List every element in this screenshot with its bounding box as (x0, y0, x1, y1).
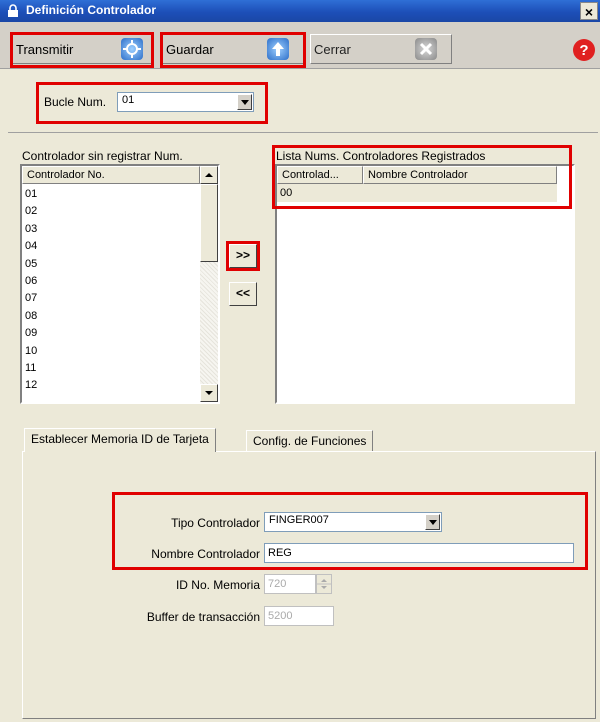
buffer-label: Buffer de transacción (146, 610, 260, 624)
unregistered-scrollbar[interactable] (200, 166, 218, 402)
list-item[interactable]: 03 (22, 221, 37, 237)
transmit-label: Transmitir (16, 42, 74, 57)
window-close-button[interactable]: × (580, 2, 598, 20)
list-item[interactable]: 10 (22, 343, 37, 359)
title-bar: Definición Controlador × (0, 0, 600, 22)
scroll-thumb[interactable] (200, 184, 218, 262)
table-row[interactable]: 00 (277, 184, 557, 202)
loop-label: Bucle Num. (44, 95, 107, 109)
save-button[interactable]: Guardar (162, 34, 304, 64)
list-item[interactable]: 04 (22, 238, 37, 254)
close-x-icon (415, 38, 437, 60)
unregistered-title: Controlador sin registrar Num. (22, 149, 183, 163)
list-item[interactable]: 01 (22, 186, 37, 202)
name-field[interactable]: REG (264, 543, 574, 563)
controller-definition-window: Definición Controlador × Transmitir Guar… (0, 0, 600, 722)
chevron-down-icon[interactable] (425, 514, 440, 530)
close-button[interactable]: Cerrar (310, 34, 452, 64)
lock-icon (7, 4, 21, 18)
loop-value: 01 (122, 94, 135, 106)
unregistered-list[interactable]: Controlador No. 01 02 03 04 05 06 07 08 09 10 11 12 (20, 164, 220, 404)
list-item[interactable]: 02 (22, 203, 37, 219)
tab-functions[interactable]: Config. de Funciones (246, 430, 374, 452)
remove-controller-button[interactable]: << (229, 282, 257, 306)
scroll-up-button[interactable] (200, 166, 218, 184)
list-item[interactable]: 05 (22, 256, 37, 272)
list-item[interactable]: 06 (22, 273, 37, 289)
registered-list[interactable]: Controlad... Nombre Controlador 00 (275, 164, 575, 404)
registered-column-name[interactable]: Nombre Controlador (363, 166, 557, 184)
unregistered-column-header[interactable]: Controlador No. (22, 166, 200, 184)
memory-field: 720 (264, 574, 316, 594)
registered-title: Lista Nums. Controladores Registrados (276, 149, 486, 163)
close-label: Cerrar (314, 42, 351, 57)
help-icon[interactable]: ? (572, 38, 596, 62)
memory-label: ID No. Memoria (175, 578, 260, 592)
registered-number: 00 (280, 187, 293, 199)
svg-text:?: ? (579, 42, 588, 59)
type-select[interactable]: FINGER007 (264, 512, 442, 532)
scroll-down-button[interactable] (200, 384, 218, 402)
chevron-down-icon[interactable] (237, 94, 252, 110)
name-label: Nombre Controlador (151, 547, 260, 561)
save-label: Guardar (166, 42, 214, 57)
add-controller-button[interactable]: >> (229, 244, 257, 268)
registered-column-number[interactable]: Controlad... (277, 166, 363, 184)
registered-name (365, 185, 368, 201)
buffer-field: 5200 (264, 606, 334, 626)
transmit-button[interactable]: Transmitir (12, 34, 152, 64)
list-item[interactable]: 11 (22, 360, 36, 376)
tab-card-memory[interactable]: Establecer Memoria ID de Tarjeta (24, 428, 216, 452)
upload-icon (267, 38, 289, 60)
type-label: Tipo Controlador (171, 516, 260, 530)
transmit-icon (121, 38, 143, 60)
list-item[interactable]: 09 (22, 325, 37, 341)
list-item[interactable]: 07 (22, 290, 37, 306)
type-value: FINGER007 (269, 514, 329, 526)
list-item[interactable]: 12 (22, 377, 37, 393)
memory-stepper (316, 574, 332, 594)
list-item[interactable]: 08 (22, 308, 37, 324)
loop-select[interactable]: 01 (117, 92, 254, 112)
window-title: Definición Controlador (26, 3, 156, 17)
